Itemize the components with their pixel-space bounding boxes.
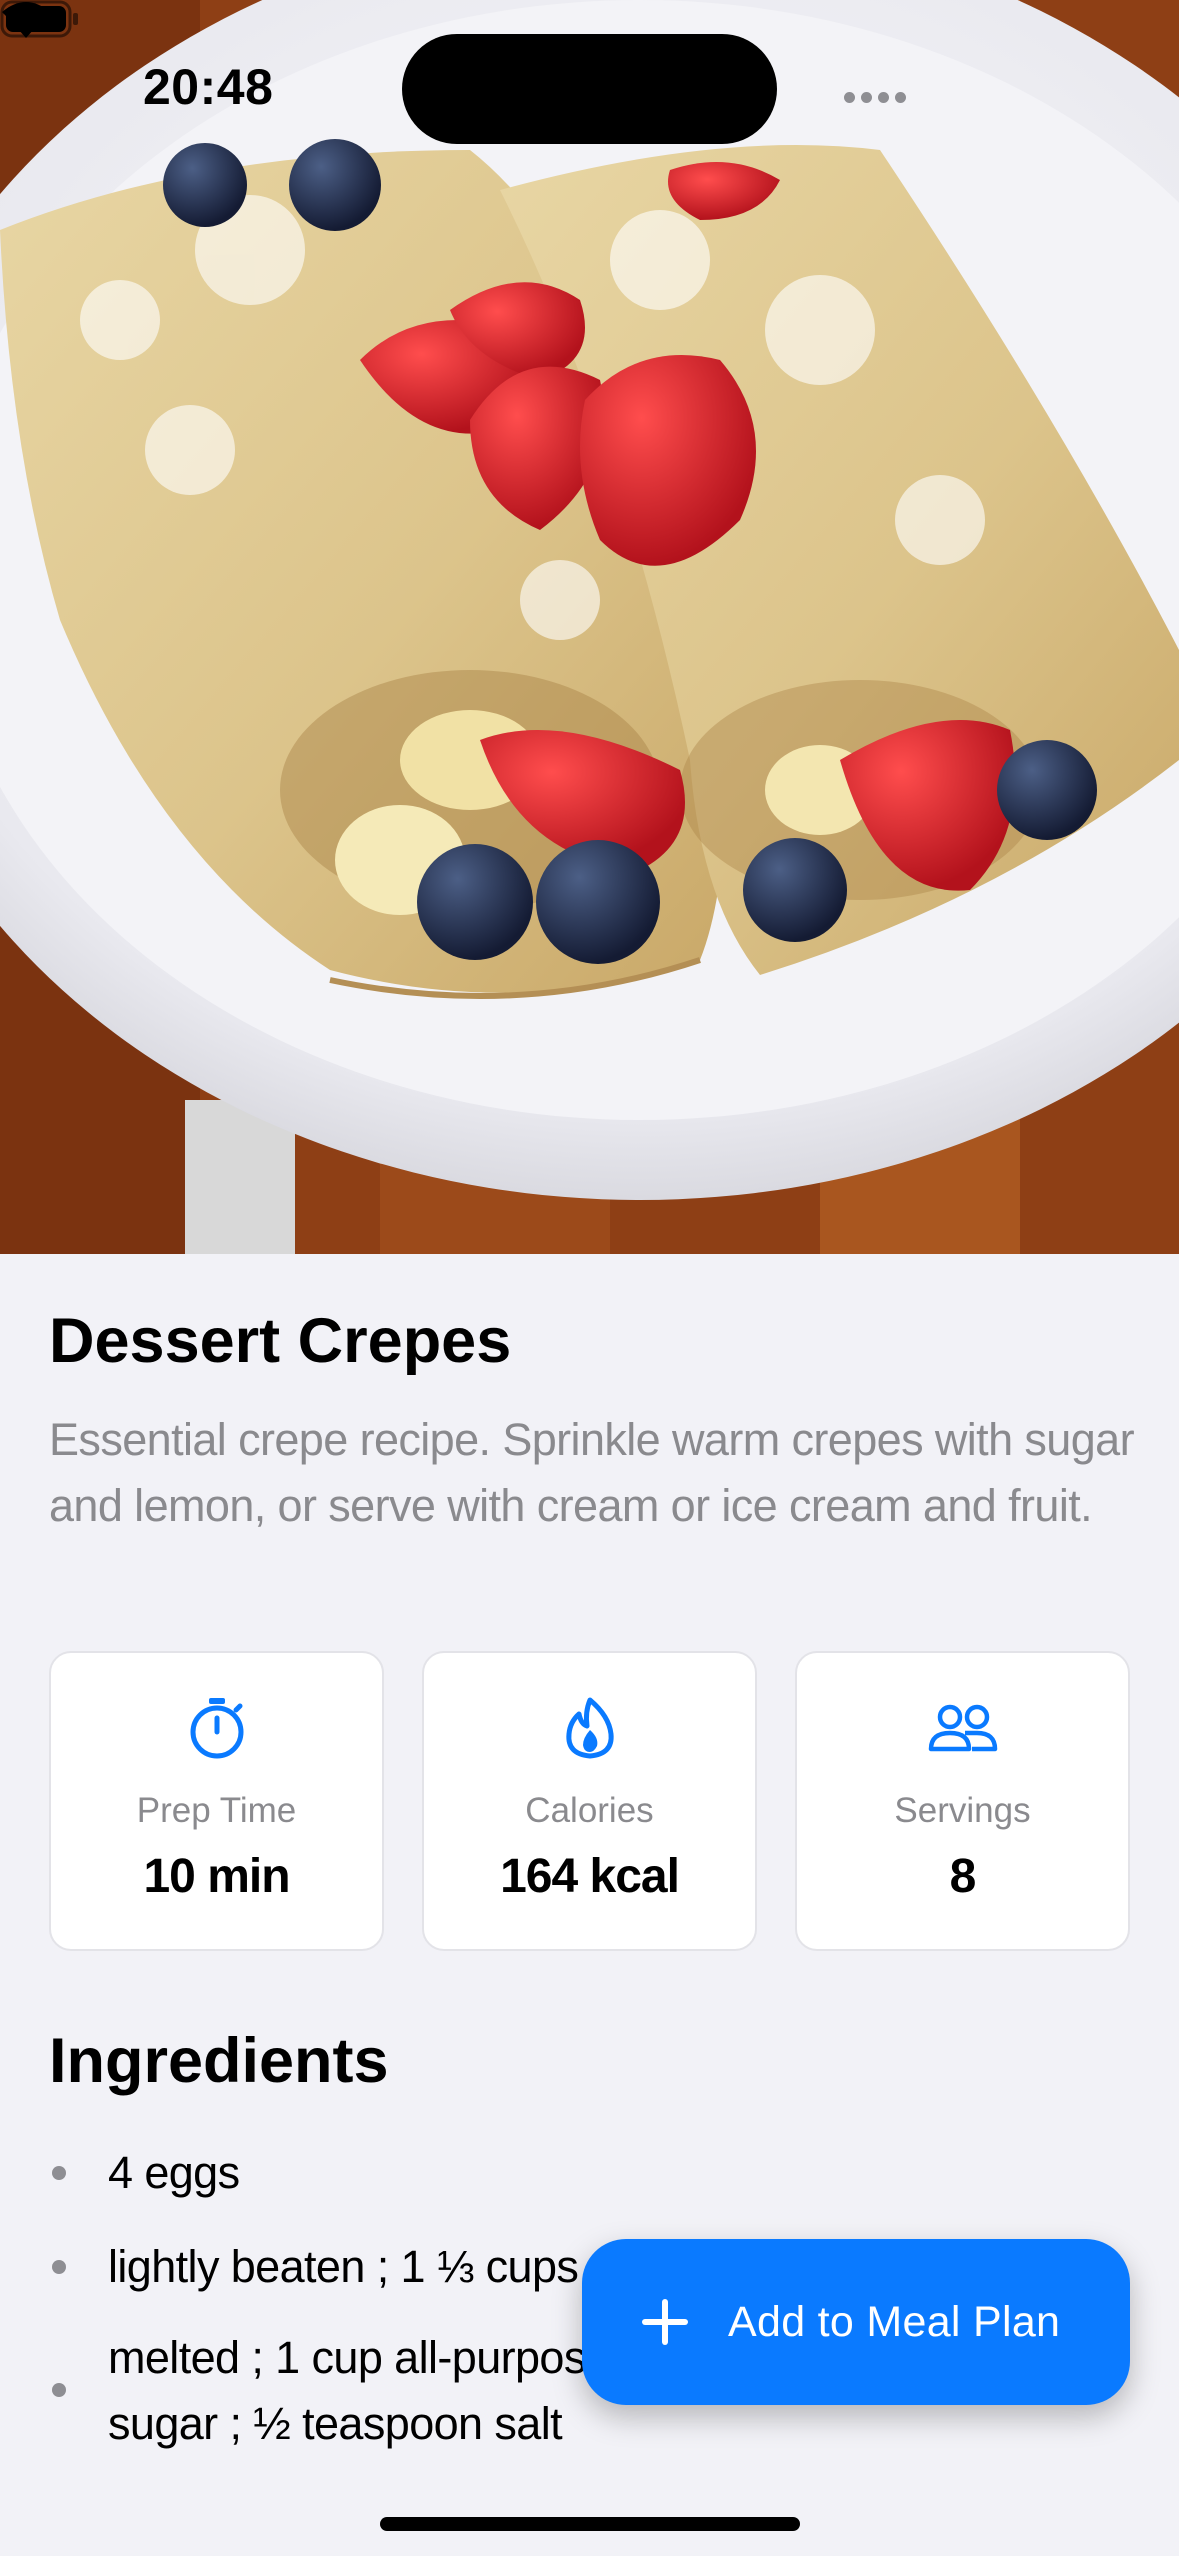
ingredient-item: 4 eggs [49,2140,1149,2206]
bullet-icon [52,2166,66,2180]
home-indicator[interactable] [380,2517,800,2531]
stat-label: Servings [894,1791,1031,1830]
cellular-signal-icon [844,92,906,103]
recipe-detail-screen: 20:48 Dessert Crepes Essential crepe rec… [0,0,1179,2556]
recipe-stats: Prep Time 10 min Calories 164 kcal Servi… [49,1651,1130,1951]
recipe-description: Essential crepe recipe. Sprinkle warm cr… [49,1414,1135,1531]
stat-value: 10 min [143,1850,290,1903]
flame-icon [563,1693,617,1763]
add-to-meal-plan-label: Add to Meal Plan [728,2297,1061,2346]
stat-card-prep-time: Prep Time 10 min [49,1651,384,1951]
ingredients-heading: Ingredients [49,2026,389,2096]
recipe-hero-image: 20:48 [0,0,1179,1254]
recipe-title: Dessert Crepes [49,1306,512,1376]
battery-icon [0,0,78,38]
bullet-icon [52,2383,66,2397]
bullet-icon [52,2260,66,2274]
timer-icon [187,1693,247,1763]
plus-icon [642,2299,688,2345]
stat-label: Calories [525,1791,654,1830]
stat-label: Prep Time [136,1791,297,1830]
status-time: 20:48 [143,59,274,115]
stat-value: 164 kcal [500,1850,680,1903]
stat-value: 8 [949,1850,977,1903]
ingredient-text: 4 eggs [108,2147,240,2198]
add-to-meal-plan-button[interactable]: Add to Meal Plan [582,2239,1130,2405]
dynamic-island [402,34,777,144]
people-icon [928,1693,998,1763]
stat-card-calories: Calories 164 kcal [422,1651,757,1951]
stat-card-servings: Servings 8 [795,1651,1130,1951]
